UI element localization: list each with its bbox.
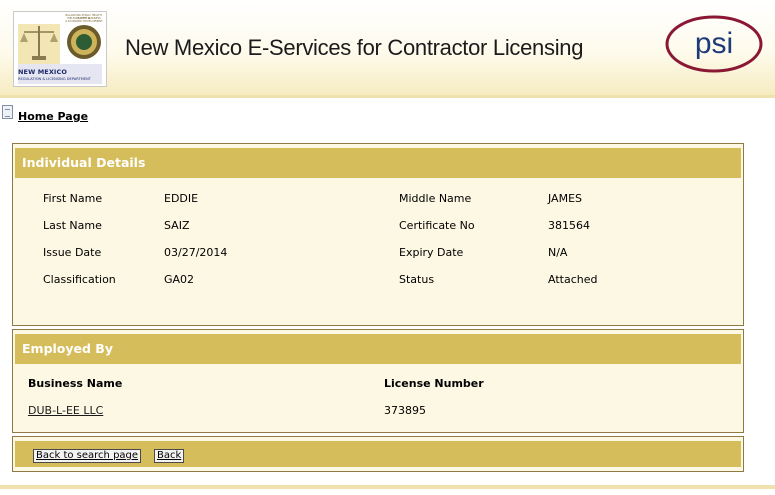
logo-tagline-3: & ECONOMIC DEVELOPMENT [65,20,103,23]
employed-by-heading: Employed By [15,334,741,364]
psi-logo: psi [665,15,763,73]
page-header: BALANCING PUBLIC HEALTH, SAFETY & WELFAR… [0,0,775,98]
issue-date-label: Issue Date [43,246,102,259]
psi-wordmark: psi [695,27,733,60]
middle-name-value: JAMES [548,192,582,205]
certificate-value: 381564 [548,219,590,232]
back-to-search-button[interactable]: Back to search page [33,449,142,463]
issue-date-value: 03/27/2014 [164,246,228,259]
license-number-value: 373895 [384,404,426,417]
classification-value: GA02 [164,273,195,286]
back-button[interactable]: Back [154,449,185,463]
individual-details-panel: Individual Details First Name EDDIE Midd… [12,143,744,326]
footer-bar [0,485,775,489]
home-page-link[interactable]: Home Page [18,110,88,123]
individual-details-heading: Individual Details [15,148,741,178]
first-name-value: EDDIE [164,192,199,205]
certificate-label: Certificate No [399,219,475,232]
first-name-label: First Name [43,192,103,205]
expiry-date-value: N/A [548,246,568,259]
actions-panel: Back to search page Back [12,436,744,472]
app-title: New Mexico E-Services for Contractor Lic… [125,35,584,60]
last-name-label: Last Name [43,219,102,232]
expiry-date-label: Expiry Date [399,246,464,259]
middle-name-label: Middle Name [399,192,472,205]
logo-state-name: NEW MEXICO [18,68,67,76]
status-value: Attached [548,273,598,286]
rld-logo: BALANCING PUBLIC HEALTH, SAFETY & WELFAR… [13,11,107,87]
last-name-value: SAIZ [164,219,190,232]
employed-by-panel: Employed By Business Name License Number… [12,329,744,433]
license-number-header: License Number [384,377,484,390]
business-name-header: Business Name [28,377,123,390]
home-page-icon[interactable] [2,105,13,119]
business-name-link[interactable]: DUB-L-EE LLC [28,404,103,417]
logo-department: REGULATION & LICENSING DEPARTMENT [18,77,91,81]
status-label: Status [399,273,435,286]
classification-label: Classification [43,273,116,286]
actions-bar: Back to search page Back [15,441,741,467]
